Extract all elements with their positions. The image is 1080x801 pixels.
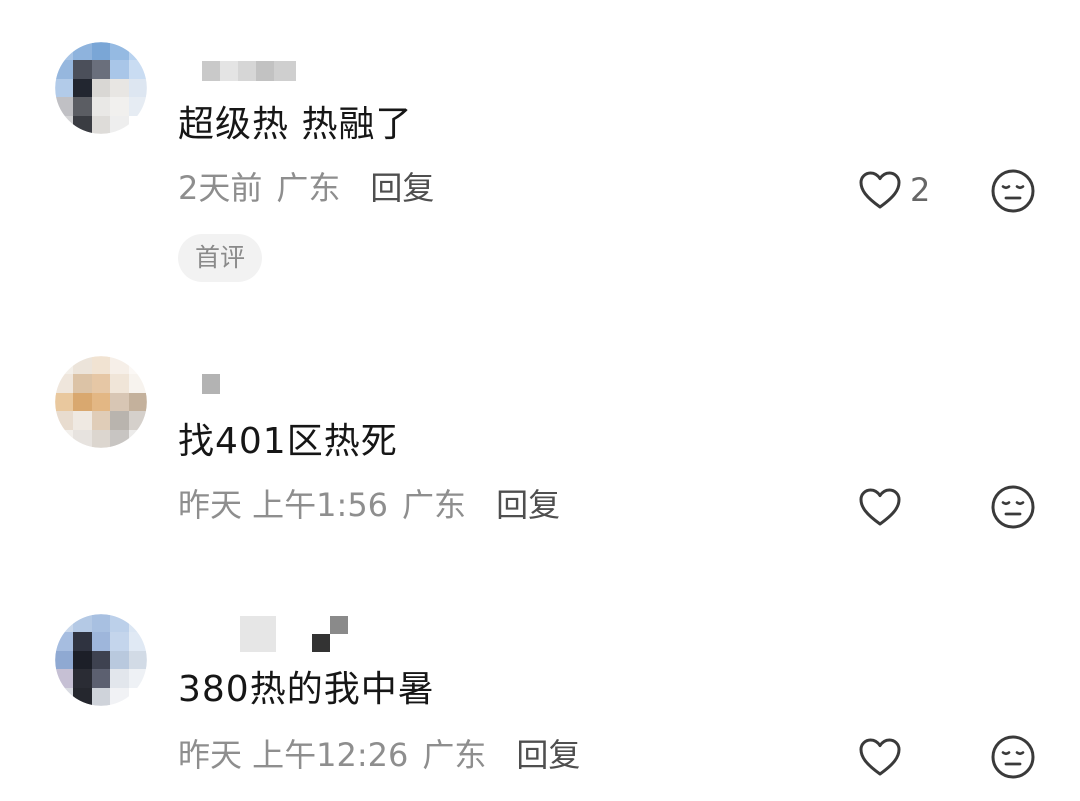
comment-text: 380热的我中暑 bbox=[178, 669, 435, 710]
reply-button[interactable]: 回复 bbox=[516, 735, 580, 775]
username-obscured[interactable] bbox=[240, 616, 348, 652]
like-button[interactable] bbox=[858, 737, 910, 777]
timestamp: 昨天 上午12:26 bbox=[178, 736, 409, 774]
heart-outline-icon bbox=[859, 738, 901, 776]
comment-item: 380热的我中暑 昨天 上午12:26 广东 回复 bbox=[0, 0, 1080, 801]
neutral-face-icon bbox=[991, 735, 1035, 779]
comment-meta: 昨天 上午12:26 广东 回复 bbox=[178, 735, 580, 775]
dislike-button[interactable] bbox=[990, 734, 1036, 784]
location: 广东 bbox=[422, 736, 487, 774]
avatar[interactable] bbox=[55, 614, 147, 706]
